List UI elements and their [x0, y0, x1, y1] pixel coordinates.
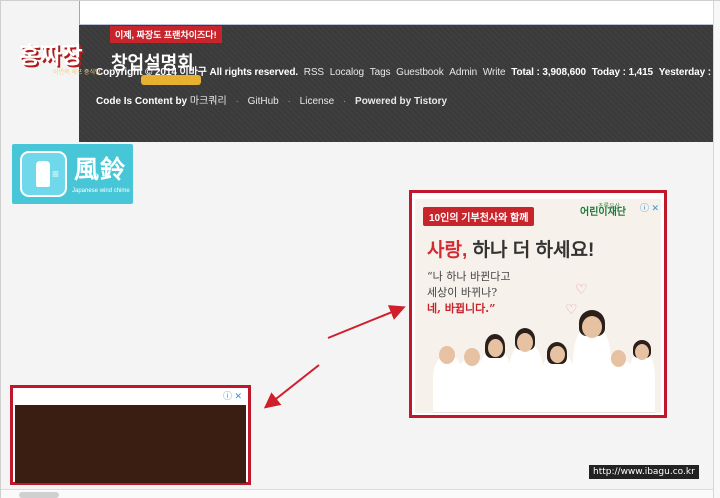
visitor-today: Today : 1,415 — [591, 67, 654, 78]
charity-ad[interactable]: 10인의 기부천사와 함께 초록우산 어린이재단 ⓘ ✕ 사랑, 하나 더 하세… — [415, 199, 661, 413]
powered-by-link[interactable]: Powered by Tistory — [355, 96, 447, 107]
ad-quote-line: “나 하나 바뀐다고 — [427, 270, 511, 283]
person-head — [517, 333, 533, 352]
bell-shape — [36, 161, 50, 187]
wind-lines-icon: ≡ — [52, 167, 60, 181]
footer-link-tags[interactable]: Tags — [370, 67, 391, 78]
ad-topbar-text: 10인의 기부천사와 함께 — [423, 207, 535, 226]
page: Copyright © 2014 이바구 All rights reserved… — [0, 0, 720, 498]
franchise-ad[interactable] — [15, 405, 246, 483]
ad-choices-close-icon[interactable]: ⓘ ✕ — [640, 201, 659, 214]
ad-quote-line: 세상이 바뀌나? — [427, 286, 498, 299]
license-link[interactable]: License — [300, 96, 334, 107]
github-link[interactable]: GitHub — [248, 96, 279, 107]
footer-link-admin[interactable]: Admin — [449, 67, 477, 78]
highlighted-ad-large[interactable]: 10인의 기부천사와 함께 초록우산 어린이재단 ⓘ ✕ 사랑, 하나 더 하세… — [409, 190, 667, 418]
person-figure — [479, 350, 511, 413]
person-figure — [629, 352, 655, 413]
person-figure — [509, 344, 543, 413]
ad-people-photo — [433, 310, 655, 413]
person-head — [635, 344, 649, 360]
footer-link-rss[interactable]: RSS — [304, 67, 324, 78]
footer-link-write[interactable]: Write — [483, 67, 506, 78]
ad-small-brand-sub: 이연복 셰프 중식당 — [53, 70, 101, 76]
ad-headline: 사랑, 하나 더 하세요! — [427, 235, 594, 262]
vertical-scrollbar[interactable] — [713, 1, 720, 498]
app-title: 風鈴 — [74, 155, 127, 184]
person-head — [550, 346, 565, 363]
visitor-yesterday: Yesterday : 7,443 — [658, 67, 720, 78]
app-subtitle: Japanese wind chime — [72, 188, 130, 194]
person-head — [611, 350, 626, 367]
ad-small-decoration — [141, 75, 201, 85]
person-head — [439, 346, 455, 364]
furin-app-banner[interactable]: ≡ 風鈴 Japanese wind chime — [12, 144, 133, 204]
person-head — [582, 316, 602, 338]
separator-dot: · — [235, 96, 239, 107]
ad-headline-rest: 하나 더 하세요! — [472, 240, 595, 261]
ad-headline-red: 사랑, — [427, 240, 468, 261]
site-watermark: http://www.ibagu.co.kr — [589, 465, 699, 479]
ad-org-name: 어린이재단 — [580, 207, 626, 218]
separator-dot: · — [342, 96, 347, 107]
arrow-to-large-ad — [327, 305, 406, 339]
ad-choices-close-icon[interactable]: ⓘ ✕ — [223, 389, 242, 402]
separator-dot: · — [287, 96, 291, 107]
person-head — [464, 348, 480, 366]
credit-label: Code Is Content by — [96, 96, 188, 107]
ad-small-title: 창업설명회 — [111, 53, 194, 73]
content-area-bottom — [79, 1, 713, 25]
ad-quote: “나 하나 바뀐다고 세상이 바뀌나? 네, 바뀝니다.” — [427, 269, 510, 317]
person-head — [488, 339, 503, 357]
ad-small-brand: 홍짜장 — [19, 42, 83, 69]
credit-author-link[interactable]: 마크쿼리 — [190, 96, 227, 107]
ad-small-topbar: 이제, 짜장도 프랜차이즈다! — [110, 26, 222, 43]
visitor-total: Total : 3,908,600 — [511, 67, 587, 78]
arrow-to-small-ad — [263, 364, 320, 409]
horizontal-scrollbar[interactable] — [1, 489, 713, 498]
footer-credit-line: Code Is Content by 마크쿼리 · GitHub · Licen… — [96, 92, 447, 107]
scrollbar-thumb[interactable] — [19, 492, 59, 498]
heart-icon: ♡ — [575, 281, 588, 297]
footer-link-localog[interactable]: Localog — [330, 67, 364, 78]
footer-link-guestbook[interactable]: Guestbook — [396, 67, 444, 78]
highlighted-ad-small[interactable]: ⓘ ✕ — [10, 385, 251, 485]
wind-chime-icon: ≡ — [20, 151, 67, 197]
